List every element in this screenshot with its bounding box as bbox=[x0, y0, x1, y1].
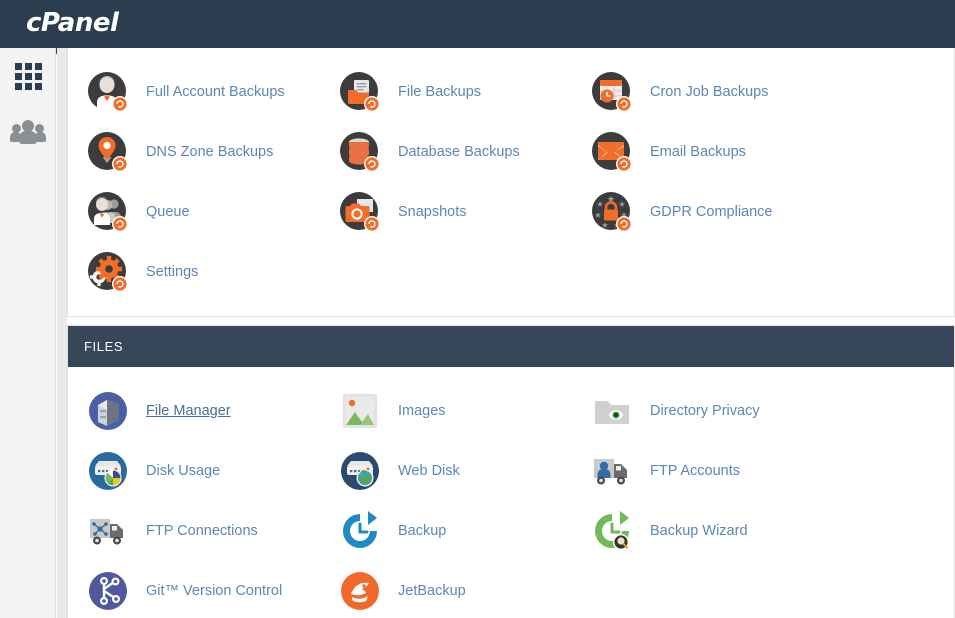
item-file-manager[interactable]: File Manager bbox=[68, 381, 320, 441]
item-label: Snapshots bbox=[398, 204, 467, 220]
item-label: Web Disk bbox=[398, 463, 460, 479]
item-images[interactable]: Images bbox=[320, 381, 572, 441]
item-label: Database Backups bbox=[398, 144, 520, 160]
files-item-grid: File Manager Images Directory Privacy Di… bbox=[68, 381, 954, 618]
item-full-account-backups[interactable]: Full Account Backups bbox=[68, 62, 320, 122]
file-backups-icon bbox=[338, 70, 382, 114]
item-label: Git™ Version Control bbox=[146, 583, 283, 599]
item-label: GDPR Compliance bbox=[650, 204, 773, 220]
item-label: Directory Privacy bbox=[650, 403, 760, 419]
dns-zone-backups-icon bbox=[86, 130, 130, 174]
item-disk-usage[interactable]: Disk Usage bbox=[68, 441, 320, 501]
item-label: Settings bbox=[146, 264, 199, 280]
item-web-disk[interactable]: Web Disk bbox=[320, 441, 572, 501]
item-label: File Manager bbox=[146, 403, 231, 419]
item-ftp-accounts[interactable]: FTP Accounts bbox=[572, 441, 824, 501]
full-account-backups-icon bbox=[86, 70, 130, 114]
disk-usage-icon bbox=[86, 449, 130, 493]
file-manager-icon bbox=[86, 389, 130, 433]
item-label: Queue bbox=[146, 204, 190, 220]
settings-icon bbox=[86, 250, 130, 294]
item-label: Backup Wizard bbox=[650, 523, 748, 539]
web-disk-icon bbox=[338, 449, 382, 493]
item-snapshots[interactable]: Snapshots bbox=[320, 182, 572, 242]
item-dns-zone-backups[interactable]: DNS Zone Backups bbox=[68, 122, 320, 182]
item-label: Images bbox=[398, 403, 446, 419]
git-version-control-icon bbox=[86, 569, 130, 613]
item-ftp-connections[interactable]: FTP Connections bbox=[68, 501, 320, 561]
item-file-backups[interactable]: File Backups bbox=[320, 62, 572, 122]
item-label: Disk Usage bbox=[146, 463, 221, 479]
item-label: Backup bbox=[398, 523, 447, 539]
sidebar-item-users[interactable] bbox=[0, 104, 56, 160]
item-backup[interactable]: Backup bbox=[320, 501, 572, 561]
images-icon bbox=[338, 389, 382, 433]
gdpr-compliance-icon bbox=[590, 190, 634, 234]
panel-spacer bbox=[67, 317, 955, 325]
item-directory-privacy[interactable]: Directory Privacy bbox=[572, 381, 824, 441]
panel-files: FILES File Manager Images Directory Priv… bbox=[67, 325, 955, 618]
backup-wizard-icon bbox=[590, 509, 634, 553]
item-database-backups[interactable]: Database Backups bbox=[320, 122, 572, 182]
sidebar-gutter bbox=[57, 48, 67, 618]
panel-files-title: FILES bbox=[68, 326, 954, 367]
item-label: File Backups bbox=[398, 84, 482, 100]
item-gdpr-compliance[interactable]: GDPR Compliance bbox=[572, 182, 824, 242]
item-label: JetBackup bbox=[398, 583, 466, 599]
directory-privacy-icon bbox=[590, 389, 634, 433]
people-icon bbox=[10, 120, 46, 144]
queue-icon bbox=[86, 190, 130, 234]
item-jetbackup[interactable]: JetBackup bbox=[320, 561, 572, 618]
item-backup-wizard[interactable]: Backup Wizard bbox=[572, 501, 824, 561]
item-label: Email Backups bbox=[650, 144, 746, 160]
item-queue[interactable]: Queue bbox=[68, 182, 320, 242]
jetbackup-icon bbox=[338, 569, 382, 613]
item-cron-job-backups[interactable]: Cron Job Backups bbox=[572, 62, 824, 122]
panel-backups-body: Full Account Backups File Backups Cron J… bbox=[68, 48, 954, 316]
database-backups-icon bbox=[338, 130, 382, 174]
cpanel-logo[interactable]: cPanel bbox=[26, 8, 119, 38]
grid-icon bbox=[14, 62, 42, 90]
ftp-accounts-icon bbox=[590, 449, 634, 493]
snapshots-icon bbox=[338, 190, 382, 234]
panel-files-body: File Manager Images Directory Privacy Di… bbox=[68, 367, 954, 618]
backups-item-grid: Full Account Backups File Backups Cron J… bbox=[68, 62, 954, 302]
panel-backups: Full Account Backups File Backups Cron J… bbox=[67, 48, 955, 317]
item-settings[interactable]: Settings bbox=[68, 242, 320, 302]
main-content: Full Account Backups File Backups Cron J… bbox=[67, 48, 955, 618]
item-email-backups[interactable]: Email Backups bbox=[572, 122, 824, 182]
cron-job-backups-icon bbox=[590, 70, 634, 114]
item-git-version-control[interactable]: Git™ Version Control bbox=[68, 561, 320, 618]
cpanel-page: cPanel Full Account Backups File Backups… bbox=[0, 0, 955, 618]
item-label: Cron Job Backups bbox=[650, 84, 769, 100]
top-header-bar: cPanel bbox=[0, 0, 955, 48]
item-label: FTP Connections bbox=[146, 523, 258, 539]
item-label: Full Account Backups bbox=[146, 84, 285, 100]
ftp-connections-icon bbox=[86, 509, 130, 553]
item-label: FTP Accounts bbox=[650, 463, 740, 479]
backup-icon bbox=[338, 509, 382, 553]
sidebar-item-apps[interactable] bbox=[0, 48, 56, 104]
left-sidebar bbox=[0, 48, 56, 618]
email-backups-icon bbox=[590, 130, 634, 174]
item-label: DNS Zone Backups bbox=[146, 144, 274, 160]
